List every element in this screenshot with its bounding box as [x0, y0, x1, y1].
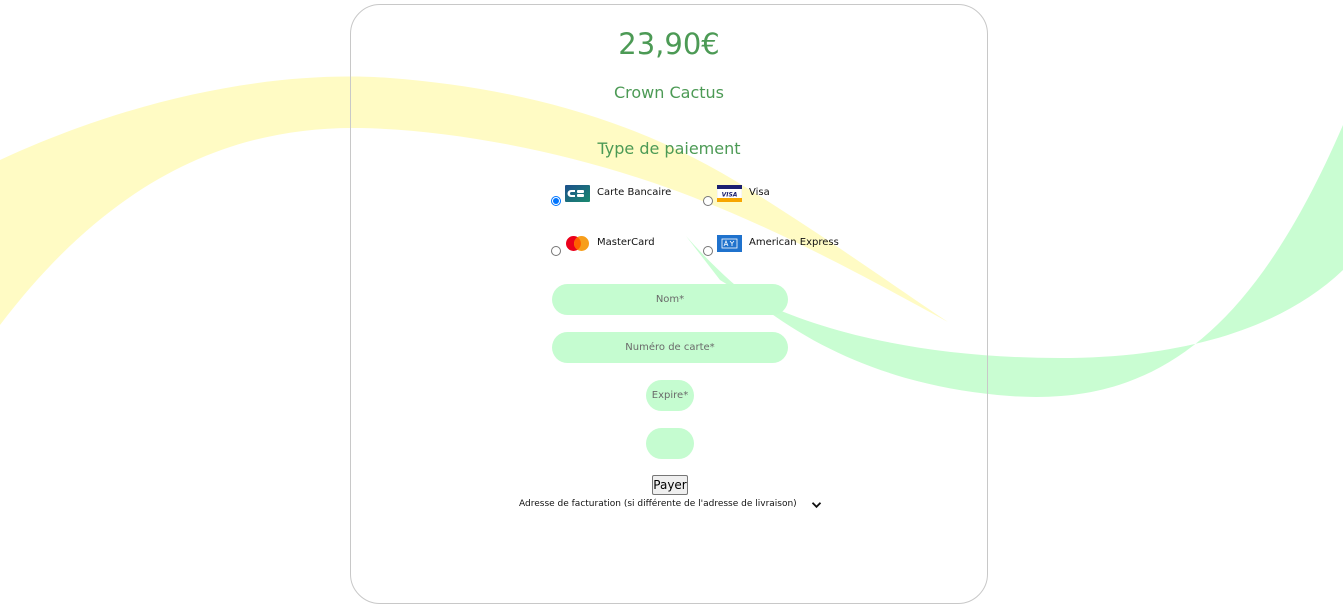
svg-text:VISA: VISA	[722, 192, 738, 199]
payment-type-heading: Type de paiement	[597, 139, 741, 158]
chevron-down-icon	[811, 502, 821, 509]
payment-option-label: Visa	[749, 187, 770, 198]
card-number-input[interactable]	[552, 332, 788, 363]
billing-address-toggle[interactable]: Adresse de facturation (si différente de…	[519, 498, 822, 509]
payment-option-amex[interactable]: American Express	[703, 235, 839, 256]
order-price: 23,90€	[618, 27, 720, 61]
payment-option-label: Carte Bancaire	[597, 187, 672, 198]
product-name: Crown Cactus	[613, 83, 725, 102]
name-input[interactable]	[552, 284, 788, 315]
amex-card-icon	[717, 235, 742, 252]
checkout-card: 23,90€ Crown Cactus Type de paiement Car…	[350, 4, 988, 604]
pay-button[interactable]: Payer	[652, 475, 688, 495]
mastercard-icon	[566, 236, 589, 251]
payment-option-visa[interactable]: VISA Visa	[703, 185, 770, 206]
cvc-input[interactable]	[646, 428, 694, 459]
payment-radio-visa[interactable]	[703, 196, 713, 206]
expiry-input[interactable]	[646, 380, 694, 411]
payment-option-cb[interactable]: Carte Bancaire	[551, 185, 671, 206]
payment-option-label: MasterCard	[597, 237, 655, 248]
payment-radio-cb[interactable]	[551, 196, 561, 206]
visa-card-icon: VISA	[717, 185, 742, 202]
payment-radio-mastercard[interactable]	[551, 246, 561, 256]
payment-option-mastercard[interactable]: MasterCard	[551, 235, 655, 256]
payment-option-label: American Express	[749, 237, 839, 248]
cb-card-icon	[565, 185, 590, 202]
payment-radio-amex[interactable]	[703, 246, 713, 256]
billing-address-label: Adresse de facturation (si différente de…	[519, 498, 797, 509]
